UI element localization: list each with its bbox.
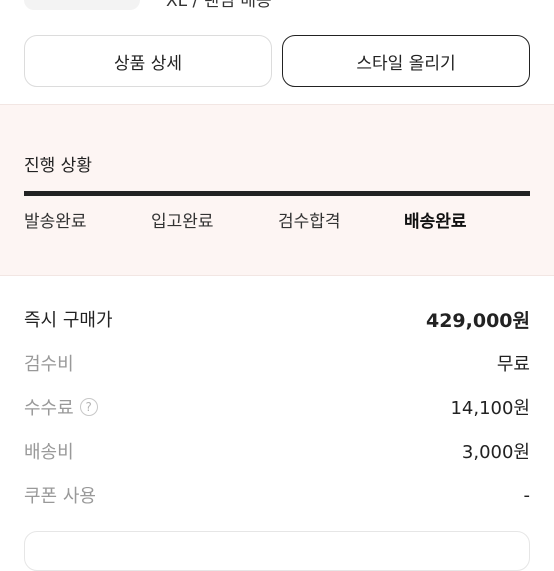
bottom-action-card[interactable]: [24, 531, 530, 571]
price-value: 14,100원: [450, 398, 530, 419]
price-row-inspection-fee: 검수비 무료: [24, 348, 530, 378]
price-label: 배송비: [24, 442, 74, 463]
progress-section: 진행 상황 발송완료 입고완료 검수합격 배송완료: [0, 104, 554, 276]
price-row-commission: 수수료 ? 14,100원: [24, 392, 530, 422]
price-label: 검수비: [24, 354, 74, 375]
step-shipped: 발송완료: [24, 212, 87, 232]
product-option-text: XL / 랜덤 배송: [166, 0, 272, 11]
price-value: -: [523, 484, 531, 506]
progress-bar: [24, 191, 530, 196]
price-value: 429,000원: [425, 309, 530, 332]
step-inspection-passed: 검수합격: [278, 212, 341, 232]
price-row-shipping-fee: 배송비 3,000원: [24, 436, 530, 466]
step-delivered: 배송완료: [404, 212, 467, 232]
product-detail-button[interactable]: 상품 상세: [24, 35, 272, 87]
price-row-instant-buy: 즉시 구매가 429,000원: [24, 304, 530, 334]
product-thumbnail: [24, 0, 140, 10]
question-circle-icon[interactable]: ?: [79, 398, 98, 416]
step-received: 입고완료: [151, 212, 214, 232]
price-label-group: 수수료 ?: [24, 394, 98, 420]
price-label: 쿠폰 사용: [24, 486, 96, 507]
price-label: 즉시 구매가: [24, 310, 113, 331]
price-label: 수수료: [24, 398, 74, 419]
price-row-coupon: 쿠폰 사용 -: [24, 480, 530, 510]
post-style-button[interactable]: 스타일 올리기: [282, 35, 530, 87]
price-value: 무료: [496, 354, 530, 375]
price-value: 3,000원: [461, 442, 530, 463]
progress-title: 진행 상황: [24, 156, 92, 176]
